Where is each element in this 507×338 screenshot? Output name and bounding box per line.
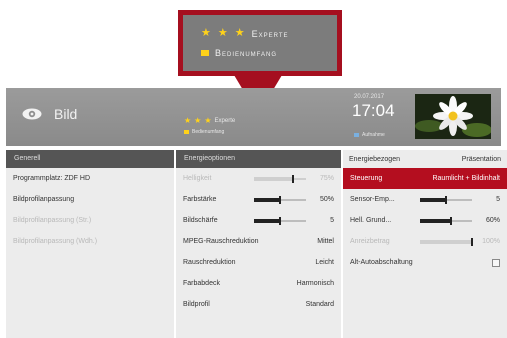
- level-callout: ★ ★ ★ Experte Bedienumfang: [178, 10, 342, 76]
- setting-value: 100%: [482, 238, 500, 245]
- column-header-presentation: Energiebezogen Präsentation: [343, 150, 507, 168]
- color-intensity-slider[interactable]: [254, 195, 306, 204]
- setting-value: Harmonisch: [296, 280, 334, 287]
- star-icon: ★: [234, 27, 246, 39]
- setting-color-coverage[interactable]: Farbabdeck Harmonisch: [176, 273, 341, 294]
- list-item-picture-profile-wdh[interactable]: Bildprofilanpassung (Wdh.): [6, 231, 174, 252]
- recording-indicator: Aufnahme: [354, 132, 385, 138]
- brightness-slider[interactable]: [254, 174, 306, 183]
- setting-brightness[interactable]: Helligkeit 75%: [176, 168, 341, 189]
- setting-noise-reduction[interactable]: Rauschreduktion Leicht: [176, 252, 341, 273]
- setting-label: MPEG-Rauschreduktion: [183, 238, 259, 245]
- setting-picture-profile[interactable]: Bildprofil Standard: [176, 294, 341, 315]
- setting-label: Helligkeit: [183, 175, 212, 182]
- header-scope-label: Bedienumfang: [192, 129, 225, 135]
- setting-color-intensity[interactable]: Farbstärke 50%: [176, 189, 341, 210]
- callout-scope-label: Bedienumfang: [215, 48, 278, 58]
- setting-value: 60%: [485, 217, 500, 224]
- list-item-label: Bildprofilanpassung: [13, 196, 75, 203]
- setting-label: Farbstärke: [183, 196, 217, 203]
- setting-label: Farbabdeck: [183, 280, 220, 287]
- setting-label: Alt-Autoabschaltung: [350, 259, 413, 266]
- auto-shutdown-checkbox[interactable]: [492, 258, 500, 267]
- menu-header: Bild ★ ★ ★ Experte Bedienumfang 20.07.20…: [6, 88, 501, 146]
- setting-label: Steuerung: [350, 175, 383, 182]
- sharpness-slider[interactable]: [254, 216, 306, 225]
- setting-control-selected[interactable]: Steuerung Raumlicht + Bildinhalt: [343, 168, 507, 189]
- setting-label: Sensor-Emp...: [350, 196, 395, 203]
- settings-column-presentation: Energiebezogen Präsentation Steuerung Ra…: [343, 150, 507, 338]
- setting-label: Bildschärfe: [183, 217, 218, 224]
- clock: 17:04: [352, 101, 395, 120]
- column-header-energy: Energieoptionen: [176, 150, 341, 168]
- setting-value: 75%: [319, 175, 334, 182]
- sensor-sensitivity-slider[interactable]: [420, 195, 472, 204]
- settings-column-general: Generell Programmplatz: ZDF HD Bildprofi…: [6, 150, 174, 338]
- header-level: ★ ★ ★ Experte: [184, 117, 235, 125]
- list-item-picture-profile-str[interactable]: Bildprofilanpassung (Str.): [6, 210, 174, 231]
- callout-level-row: ★ ★ ★ Experte: [201, 28, 337, 39]
- list-item-label: Bildprofilanpassung (Wdh.): [13, 238, 98, 245]
- setting-sharpness[interactable]: Bildschärfe 5: [176, 210, 341, 231]
- yellow-square-icon: [184, 130, 189, 134]
- setting-value: Standard: [305, 301, 334, 308]
- setting-auto-shutdown[interactable]: Alt-Autoabschaltung: [343, 252, 507, 273]
- setting-value: Raumlicht + Bildinhalt: [432, 175, 500, 182]
- tv-preview-thumbnail: [415, 94, 491, 139]
- list-item-label: Bildprofilanpassung (Str.): [13, 217, 92, 224]
- star-icon: ★: [201, 27, 212, 39]
- setting-incentive[interactable]: Anreizbetrag 100%: [343, 231, 507, 252]
- star-icon: ★: [217, 27, 229, 39]
- setting-sensor-sensitivity[interactable]: Sensor-Emp... 5: [343, 189, 507, 210]
- star-icon: ★: [184, 116, 192, 125]
- setting-label: Hell. Grund...: [350, 217, 392, 224]
- setting-label: Bildprofil: [183, 301, 210, 308]
- yellow-square-icon: [201, 50, 209, 56]
- page-title: Bild: [54, 106, 78, 122]
- incentive-slider[interactable]: [420, 237, 473, 246]
- tab-energy[interactable]: Energiebezogen: [349, 156, 400, 163]
- eye-icon: [22, 108, 42, 120]
- level-callout-panel: ★ ★ ★ Experte Bedienumfang: [183, 15, 337, 71]
- base-brightness-slider[interactable]: [420, 216, 472, 225]
- setting-value: 50%: [319, 196, 334, 203]
- tab-presentation[interactable]: Präsentation: [462, 156, 501, 163]
- list-item-channel[interactable]: Programmplatz: ZDF HD: [6, 168, 174, 189]
- setting-label: Anreizbetrag: [350, 238, 390, 245]
- setting-mpeg-noise-reduction[interactable]: MPEG-Rauschreduktion Mittel: [176, 231, 341, 252]
- record-icon: [354, 133, 359, 137]
- callout-scope-row: Bedienumfang: [201, 48, 337, 58]
- setting-value: Leicht: [315, 259, 334, 266]
- list-item-picture-profile[interactable]: Bildprofilanpassung: [6, 189, 174, 210]
- star-icon: ★: [194, 116, 202, 125]
- setting-value: Mittel: [317, 238, 334, 245]
- callout-level-label: Experte: [251, 28, 289, 39]
- column-header-general: Generell: [6, 150, 174, 168]
- list-item-label: Programmplatz: ZDF HD: [13, 175, 91, 182]
- setting-label: Rauschreduktion: [183, 259, 236, 266]
- recording-label: Aufnahme: [362, 132, 385, 138]
- setting-value: 5: [496, 196, 500, 203]
- date-label: 20.07.2017: [354, 94, 385, 100]
- setting-value: 5: [330, 217, 334, 224]
- settings-column-energy: Energieoptionen Helligkeit 75% Farbstärk…: [176, 150, 341, 338]
- setting-base-brightness[interactable]: Hell. Grund... 60%: [343, 210, 507, 231]
- header-level-label: Experte: [214, 118, 236, 124]
- star-icon: ★: [204, 116, 212, 125]
- header-scope: Bedienumfang: [184, 129, 224, 135]
